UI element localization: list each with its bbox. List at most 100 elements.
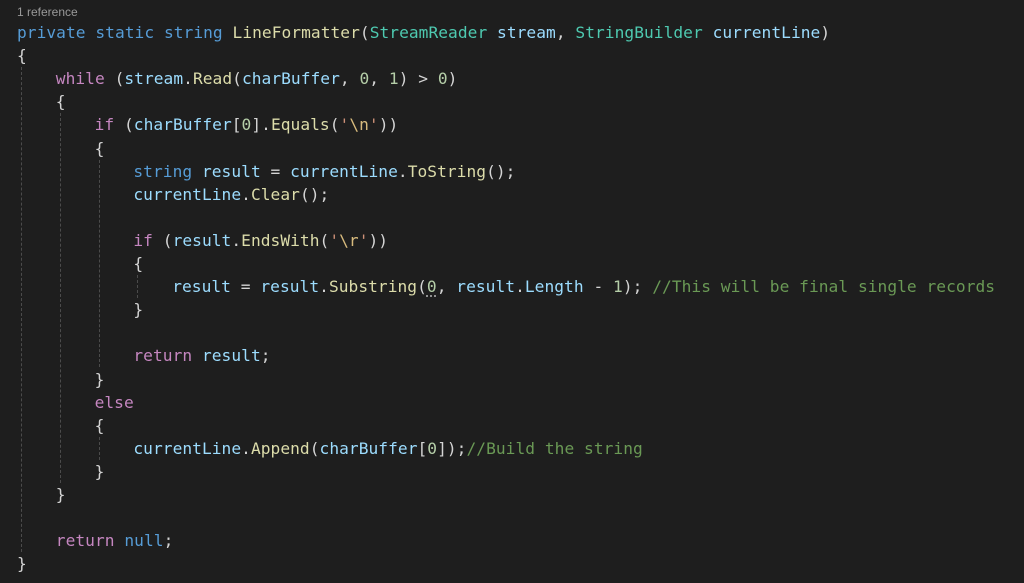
code-line[interactable]: if (result.EndsWith('\r')) [133,229,388,252]
code-token: )) [378,115,399,135]
code-token: [ [417,438,428,458]
code-token: ) [447,69,458,89]
code-token: while [55,69,105,89]
code-token: charBuffer [133,115,232,135]
code-token: charBuffer [241,69,340,89]
code-editor[interactable]: 1 reference private static string LineFo… [0,0,1024,583]
code-token: - [583,277,614,297]
code-line[interactable]: currentLine.Append(charBuffer[0]);//Buil… [133,437,642,460]
code-token: { [55,92,66,112]
code-token: } [94,369,105,389]
code-token: . [231,230,242,250]
code-line[interactable]: } [56,483,66,506]
code-token: , [339,69,360,89]
code-token: { [94,415,105,435]
indent-guide [98,159,100,368]
code-line[interactable]: string result = currentLine.ToString(); [133,160,515,183]
code-token: StringBuilder [575,23,703,42]
code-line[interactable]: { [95,137,105,160]
code-token: ' [368,115,379,135]
code-token: string [133,161,193,181]
code-line[interactable]: else [95,391,134,414]
code-token: ( [309,438,320,458]
code-token: currentLine [712,23,821,42]
code-token: 0 [359,69,370,89]
code-line[interactable]: return result; [133,344,270,367]
code-line[interactable]: result = result.Substring(0, result.Leng… [172,275,995,298]
code-line[interactable]: currentLine.Clear(); [133,183,329,206]
code-token: Length [524,277,584,297]
code-token: if [94,115,115,135]
indent-guide [59,113,61,483]
code-token: null [124,531,164,551]
code-token: \n [349,115,369,135]
code-token: ToString [407,161,487,181]
code-line[interactable]: } [17,552,27,575]
code-token: private [17,23,86,42]
code-token: [ [231,115,242,135]
code-token: 0 [241,115,252,135]
code-token: static [95,23,155,42]
code-line[interactable]: } [133,298,143,321]
code-token: { [17,46,27,66]
code-token: , [369,69,389,89]
code-line[interactable]: } [95,460,105,483]
code-token: , [555,23,576,42]
code-token: if [133,230,153,250]
code-line[interactable]: return null; [56,529,174,552]
code-token: } [133,300,144,320]
code-token: . [183,69,193,89]
code-line[interactable]: { [56,90,66,113]
code-token: currentLine [290,161,398,181]
code-token: ( [417,277,427,297]
code-line[interactable]: { [133,252,143,275]
code-token: result [172,277,231,297]
codelens-references[interactable]: 1 reference [17,5,78,19]
code-token: ' [329,230,340,250]
code-token: ' [339,115,350,135]
code-token: 1 [388,69,399,89]
code-token: else [94,392,134,412]
code-token: Clear [250,184,300,204]
code-line[interactable]: private static string LineFormatter(Stre… [17,21,830,44]
code-line[interactable]: { [95,414,105,437]
code-token: Append [250,438,310,458]
code-token: (); [299,184,330,204]
code-token: result [201,161,261,181]
code-token: ( [232,69,242,89]
code-token: 0 [426,277,437,297]
code-token: 0 [427,438,438,458]
code-token: result [260,277,320,297]
code-line[interactable]: } [95,368,105,391]
code-line[interactable]: while (stream.Read(charBuffer, 0, 1) > 0… [56,67,458,90]
code-token: } [94,461,105,481]
code-token: return [55,531,115,551]
code-token: \r [339,230,359,250]
code-token: = [260,161,291,181]
code-token: . [241,438,251,458]
indent-guide [21,67,22,553]
code-token: Equals [270,115,330,135]
code-token: . [241,184,251,204]
code-token: { [94,138,105,158]
code-token: Read [192,69,233,89]
code-token: )) [368,230,389,250]
code-token: ( [152,230,173,250]
code-token: (); [486,161,516,181]
code-token: result [201,346,261,366]
code-token: ' [358,230,369,250]
code-token: , [436,277,457,297]
code-token: 1 [613,277,623,297]
code-line[interactable]: { [17,44,27,67]
code-token: //This will be final single records [652,277,996,297]
code-token: StreamReader [369,23,488,42]
code-line[interactable]: if (charBuffer[0].Equals('\n')) [95,113,399,136]
code-token: ( [329,115,340,135]
